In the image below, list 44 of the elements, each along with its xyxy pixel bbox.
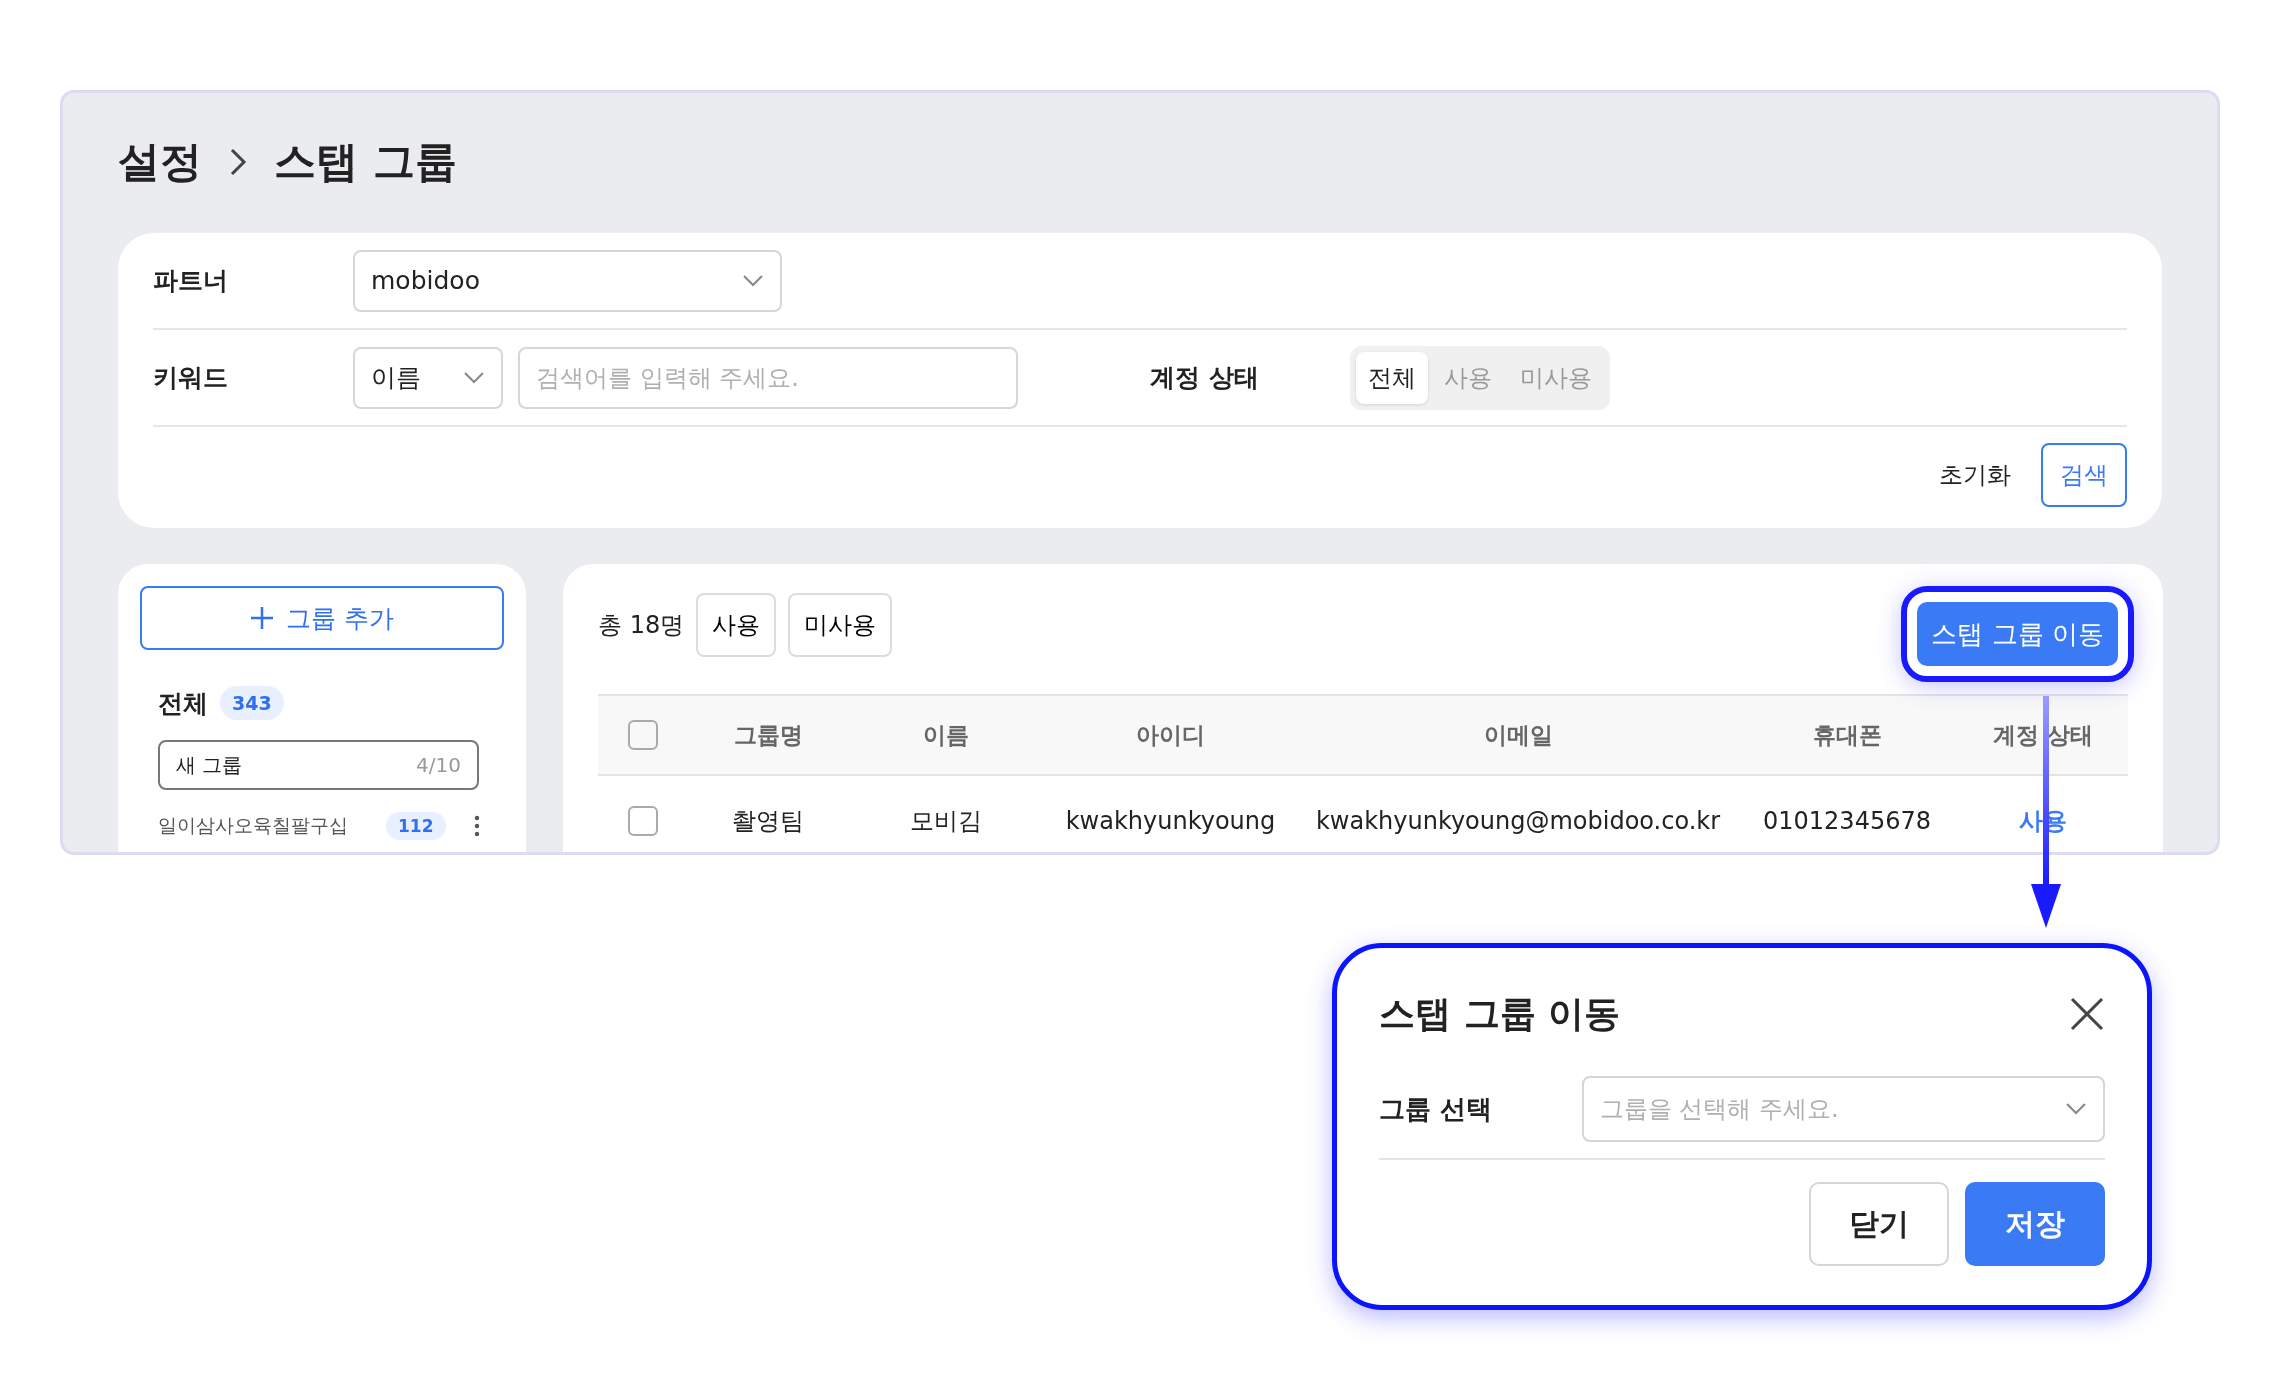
dialog-title: 스탭 그룹 이동 — [1379, 991, 1621, 1036]
chevron-down-icon — [2065, 1102, 2087, 1116]
count-badge: 343 — [220, 686, 284, 720]
reset-button[interactable]: 초기화 — [1933, 458, 2017, 492]
close-button[interactable]: 닫기 — [1809, 1182, 1949, 1266]
group-name-field[interactable]: 새 그룹 4/10 — [158, 740, 479, 790]
chevron-down-icon — [742, 273, 764, 288]
table-cell-text: kwakhyunkyoung — [1064, 807, 1277, 835]
save-button[interactable]: 저장 — [1965, 1182, 2105, 1266]
keyword-input[interactable]: 검색어를 입력해 주세요. — [518, 346, 1018, 409]
column-header: 휴대폰 — [1811, 720, 1883, 750]
field-label: 그룹 선택 — [1379, 1092, 1494, 1126]
column-header: 그룹명 — [732, 720, 804, 750]
search-button[interactable]: 검색 — [2041, 443, 2127, 507]
group-name[interactable]: 일이삼사오육칠팔구십 — [158, 813, 386, 839]
all-groups-label: 전체 — [158, 687, 208, 720]
chevron-right-icon — [228, 146, 248, 178]
row-checkbox[interactable] — [628, 806, 658, 836]
filter-button[interactable]: 사용 — [696, 593, 777, 657]
filter-button[interactable]: 미사용 — [788, 593, 893, 657]
total-count: 총 18명 — [598, 610, 685, 641]
close-icon[interactable] — [2069, 996, 2105, 1032]
filter-label: 키워드 — [153, 362, 229, 394]
breadcrumb-item: 스탭 그룹 — [274, 136, 457, 188]
select-all-checkbox[interactable] — [628, 720, 658, 750]
table-cell-text: 01012345678 — [1762, 807, 1932, 835]
plus-icon — [250, 606, 274, 630]
partner-dropdown[interactable]: mobidoo — [353, 249, 782, 312]
breadcrumb-item: 설정 — [118, 136, 202, 188]
chevron-down-icon — [463, 370, 485, 385]
column-header: 계정 상태 — [1992, 720, 2094, 750]
column-header: 이름 — [921, 720, 970, 750]
keyword-type-dropdown[interactable]: 이름 — [353, 346, 503, 409]
filter-label: 계정 상태 — [1150, 362, 1260, 394]
column-header: 이메일 — [1482, 720, 1554, 750]
count-badge: 112 — [386, 812, 446, 840]
more-icon[interactable] — [473, 815, 480, 837]
column-header: 아이디 — [1135, 720, 1206, 750]
table-cell-text: 촬영팀 — [731, 806, 805, 837]
filter-label: 파트너 — [153, 265, 229, 297]
table-cell-text: kwakhyunkyoung@mobidoo.co.kr — [1314, 807, 1722, 835]
add-group-button[interactable]: 그룹 추가 — [140, 586, 504, 650]
table-cell-text: 모비김 — [908, 806, 983, 837]
status-option[interactable]: 전체 — [1356, 351, 1428, 404]
